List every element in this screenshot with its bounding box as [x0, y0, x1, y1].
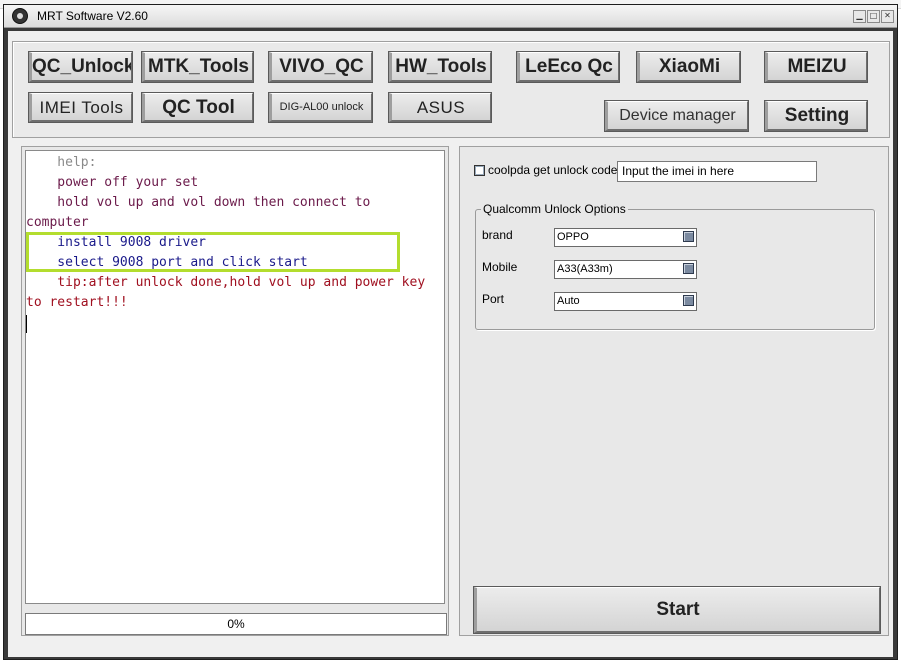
coolpda-label: coolpda get unlock code	[488, 163, 618, 177]
brand-value: OPPO	[557, 231, 589, 243]
window-title: MRT Software V2.60	[37, 9, 148, 23]
close-icon[interactable]: ✕	[881, 10, 894, 23]
progress-label: 0%	[227, 617, 245, 631]
qc-tool-button[interactable]: QC Tool	[141, 92, 254, 123]
imei-input[interactable]: Input the imei in here	[617, 161, 817, 182]
dropdown-arrow-icon[interactable]	[683, 295, 694, 306]
group-title: Qualcomm Unlock Options	[481, 202, 628, 216]
app-window: MRT Software V2.60 ▁ □ ✕ QC_Unlock MTK_T…	[3, 4, 898, 660]
start-button[interactable]: Start	[473, 586, 881, 634]
log-text-area[interactable]: help: power off your set hold vol up and…	[25, 150, 445, 604]
xiaomi-button[interactable]: XiaoMi	[636, 51, 741, 83]
qualcomm-unlock-options-group: Qualcomm Unlock Options brand OPPO Mobil…	[475, 202, 875, 330]
log-line: help:	[26, 155, 97, 170]
client-area: QC_Unlock MTK_Tools VIVO_QC HW_Tools LeE…	[8, 31, 893, 657]
setting-button[interactable]: Setting	[764, 100, 868, 132]
coolpda-checkbox[interactable]	[474, 165, 485, 176]
app-logo-icon	[12, 8, 28, 24]
minimize-icon[interactable]: ▁	[853, 10, 866, 23]
mobile-label: Mobile	[482, 260, 518, 274]
brand-label: brand	[482, 228, 513, 242]
log-line: power off your set	[26, 175, 199, 190]
meizu-button[interactable]: MEIZU	[764, 51, 868, 83]
dig-al00-unlock-button[interactable]: DIG-AL00 unlock	[268, 92, 373, 123]
qc-unlock-button[interactable]: QC_Unlock	[28, 51, 133, 83]
log-panel: help: power off your set hold vol up and…	[21, 146, 449, 636]
vivo-qc-button[interactable]: VIVO_QC	[268, 51, 373, 83]
hw-tools-button[interactable]: HW_Tools	[388, 51, 492, 83]
mtk-tools-button[interactable]: MTK_Tools	[141, 51, 254, 83]
dropdown-arrow-icon[interactable]	[683, 263, 694, 274]
imei-tools-button[interactable]: IMEI Tools	[28, 92, 133, 123]
port-select[interactable]: Auto	[554, 292, 697, 311]
brand-select[interactable]: OPPO	[554, 228, 697, 247]
log-line: tip:after unlock done,hold vol up and po…	[26, 275, 426, 290]
log-line: to restart!!!	[26, 295, 128, 310]
progress-bar: 0%	[25, 613, 447, 635]
leeco-qc-button[interactable]: LeEco Qc	[516, 51, 620, 83]
log-line: install 9008 driver	[26, 235, 207, 250]
log-line: hold vol up and vol down then connect to	[26, 195, 371, 210]
options-panel: coolpda get unlock code Input the imei i…	[459, 146, 889, 636]
log-line: select 9008 port and click start	[26, 255, 308, 270]
port-value: Auto	[557, 295, 580, 307]
tool-button-panel: QC_Unlock MTK_Tools VIVO_QC HW_Tools LeE…	[12, 41, 890, 138]
maximize-icon[interactable]: □	[867, 10, 880, 23]
text-cursor	[26, 315, 27, 333]
device-manager-button[interactable]: Device manager	[604, 100, 749, 132]
mobile-select[interactable]: A33(A33m)	[554, 260, 697, 279]
dropdown-arrow-icon[interactable]	[683, 231, 694, 242]
title-bar[interactable]: MRT Software V2.60 ▁ □ ✕	[4, 5, 897, 28]
mobile-value: A33(A33m)	[557, 263, 613, 275]
log-line: computer	[26, 215, 89, 230]
asus-button[interactable]: ASUS	[388, 92, 492, 123]
port-label: Port	[482, 292, 505, 306]
